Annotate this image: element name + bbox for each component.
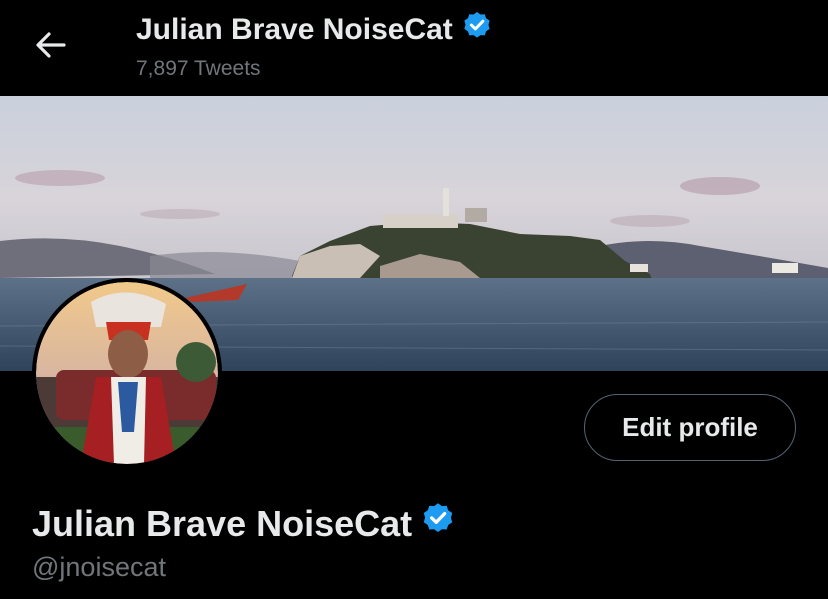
header-title: Julian Brave NoiseCat xyxy=(136,13,453,46)
back-button[interactable] xyxy=(28,22,74,68)
avatar[interactable] xyxy=(32,278,222,468)
edit-profile-button[interactable]: Edit profile xyxy=(584,394,796,461)
profile-handle: @jnoisecat xyxy=(32,552,166,582)
arrow-left-icon xyxy=(36,32,66,58)
avatar-photo xyxy=(36,282,218,464)
verified-badge-icon xyxy=(420,501,456,546)
profile-name: Julian Brave NoiseCat xyxy=(32,502,413,544)
verified-badge-icon xyxy=(461,10,493,50)
header-title-row: Julian Brave NoiseCat xyxy=(136,10,493,50)
top-bar: Julian Brave NoiseCat 7,897 Tweets xyxy=(0,0,828,96)
profile-name-row: Julian Brave NoiseCat xyxy=(32,501,456,546)
tweet-count: 7,897 Tweets xyxy=(136,57,261,80)
